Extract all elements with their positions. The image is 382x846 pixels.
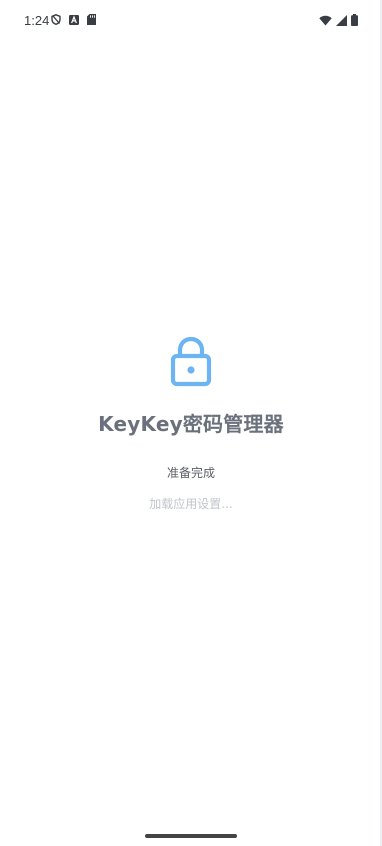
cell-signal-icon — [336, 14, 347, 26]
lock-icon — [170, 336, 212, 388]
autofill-a-icon — [69, 14, 79, 25]
app-title: KeyKey密码管理器 — [98, 412, 284, 436]
status-left-icons — [51, 14, 96, 26]
gesture-nav-handle[interactable] — [145, 834, 237, 838]
sd-card-icon — [87, 14, 96, 25]
status-right-icons — [319, 14, 358, 26]
battery-icon — [351, 14, 358, 26]
loading-message: 加载应用设置... — [149, 497, 233, 511]
wifi-icon — [319, 15, 332, 26]
status-time: 1:24 — [24, 13, 50, 28]
vpn-shield-icon — [51, 14, 61, 26]
splash-screen: 1:24 KeyKey密码管理器 准备完成 加载应用设置... — [0, 0, 382, 846]
status-bar: 1:24 — [0, 0, 382, 42]
ready-status-text: 准备完成 — [166, 466, 215, 480]
